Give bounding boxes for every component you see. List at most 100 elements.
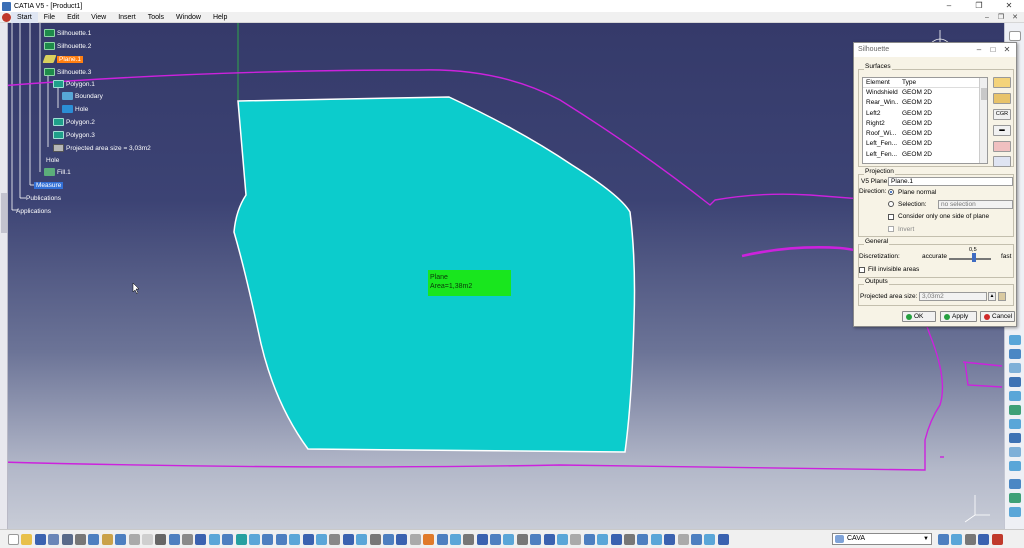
add-surface-button[interactable] [993, 77, 1011, 88]
snap-icon[interactable] [449, 533, 461, 545]
section-icon[interactable] [516, 533, 528, 545]
graph-icon[interactable] [664, 533, 676, 545]
selection-radio[interactable] [888, 201, 894, 207]
fly-mode-icon[interactable] [208, 533, 220, 545]
one-side-checkbox[interactable] [888, 214, 894, 220]
discretization-slider-track[interactable] [949, 258, 991, 260]
tree-item-polygon-2[interactable]: Polygon.2 [53, 117, 95, 127]
normal-view-icon[interactable] [289, 533, 301, 545]
workbench-select[interactable]: CAVA ▼ [832, 533, 932, 545]
render-icon[interactable] [610, 533, 622, 545]
list-item[interactable]: Rear_Win... GEOM 2D [863, 98, 987, 108]
apply-button[interactable]: Apply [940, 311, 977, 322]
print-icon[interactable] [61, 533, 73, 545]
doc-restore-button[interactable]: ❐ [994, 12, 1008, 23]
constraint-icon[interactable] [490, 533, 502, 545]
save-icon[interactable] [34, 533, 46, 545]
catalog-icon[interactable] [182, 533, 194, 545]
formula-icon[interactable] [155, 533, 167, 545]
remove-surface-button[interactable]: ▬ [993, 125, 1011, 136]
toolbar-tool-icon[interactable] [1009, 349, 1021, 359]
whats-this-icon[interactable] [141, 533, 153, 545]
menu-edit[interactable]: Edit [61, 12, 85, 23]
light-icon[interactable] [597, 533, 609, 545]
close-button[interactable]: ✕ [994, 0, 1024, 12]
cancel-button[interactable]: Cancel [980, 311, 1015, 322]
measure-icon[interactable] [369, 533, 381, 545]
list-item[interactable]: Left_Fen... GEOM 2D [863, 139, 987, 149]
invert-checkbox[interactable] [888, 226, 894, 232]
more-tools-icon[interactable] [978, 534, 990, 545]
discretization-slider-thumb[interactable] [972, 253, 976, 262]
distance-icon[interactable] [543, 533, 555, 545]
tree-item-polygon-3[interactable]: Polygon.3 [53, 130, 95, 140]
layer-icon[interactable] [637, 533, 649, 545]
menu-help[interactable]: Help [207, 12, 233, 23]
analysis-icon[interactable] [503, 533, 515, 545]
plane-normal-radio[interactable] [888, 189, 894, 195]
list-item[interactable]: Roof_Wi... GEOM 2D [863, 129, 987, 139]
tree-item-silhouette-2[interactable]: Silhouette.2 [44, 41, 91, 51]
fit-all-icon[interactable] [222, 533, 234, 545]
cut-icon[interactable] [74, 533, 86, 545]
tree-item-applications[interactable]: Applications [16, 206, 51, 216]
layout-icon[interactable] [951, 534, 963, 545]
rotate-icon[interactable] [249, 533, 261, 545]
list-scroll-thumb[interactable] [981, 88, 987, 100]
toolbar-tool-icon[interactable] [1009, 405, 1021, 415]
list-scrollbar[interactable] [979, 78, 987, 163]
tree-item-measure[interactable]: Measure [34, 180, 64, 190]
pan-icon[interactable] [235, 533, 247, 545]
toolbar-tool-icon[interactable] [1009, 479, 1021, 489]
undo-icon[interactable] [115, 533, 127, 545]
fill-invisible-checkbox[interactable] [859, 267, 865, 273]
display-surface-button[interactable] [993, 156, 1011, 167]
publish-icon[interactable] [423, 533, 435, 545]
dialog-maximize-button[interactable]: □ [986, 43, 1000, 57]
minimize-button[interactable]: – [934, 0, 964, 12]
table-icon[interactable] [195, 533, 207, 545]
compass-tool-icon[interactable] [436, 533, 448, 545]
projected-area-spinner[interactable]: ▲ [988, 292, 996, 301]
cgr-button[interactable]: CGR [993, 109, 1011, 120]
toolbar-tool-icon[interactable] [1009, 335, 1021, 345]
update-icon[interactable] [690, 533, 702, 545]
restore-button[interactable]: ❐ [964, 0, 994, 12]
v5-plane-field[interactable]: Plane.1 [888, 177, 1013, 186]
ok-button[interactable]: OK [902, 311, 936, 322]
redo-icon[interactable] [128, 533, 140, 545]
menu-window[interactable]: Window [170, 12, 207, 23]
scan-icon[interactable] [463, 533, 475, 545]
copy-icon[interactable] [88, 533, 100, 545]
dialog-title-bar[interactable]: Silhouette – □ ✕ [854, 43, 1016, 57]
camera-icon[interactable] [583, 533, 595, 545]
open-folder-icon[interactable] [21, 533, 33, 545]
paste-icon[interactable] [101, 533, 113, 545]
erase-surface-button[interactable] [993, 141, 1011, 152]
doc-close-button[interactable]: ✕ [1008, 12, 1022, 23]
tree-item-hole[interactable]: Hole [62, 104, 88, 114]
toolbar-tool-icon[interactable] [1009, 461, 1021, 471]
filter-icon[interactable] [623, 533, 635, 545]
workbench-icon[interactable] [704, 533, 716, 545]
list-item[interactable]: Right2 GEOM 2D [863, 119, 987, 129]
menu-view[interactable]: View [85, 12, 112, 23]
surfaces-list[interactable]: Element Type Windshield GEOM 2D Rear_Win.… [862, 77, 988, 164]
select-arrow-icon[interactable] [1009, 31, 1021, 41]
grid-icon[interactable] [938, 534, 949, 545]
column-header-element[interactable]: Element [863, 78, 899, 87]
list-item[interactable]: Windshield GEOM 2D [863, 88, 987, 98]
toolbar-tool-icon[interactable] [1009, 507, 1021, 517]
tree-item-polygon-1[interactable]: Polygon.1 [53, 79, 95, 89]
tree-item-fill-1[interactable]: Fill.1 [44, 167, 71, 177]
annotation-icon[interactable] [557, 533, 569, 545]
import-surface-button[interactable] [993, 93, 1011, 104]
zoom-in-icon[interactable] [262, 533, 274, 545]
tree-item-projected-area[interactable]: Projected area size = 3,03m2 [53, 143, 151, 153]
swap-visible-space-icon[interactable] [342, 533, 354, 545]
doc-minimize-button[interactable]: – [980, 12, 994, 23]
save-management-icon[interactable] [48, 533, 60, 545]
tree-item-boundary[interactable]: Boundary [62, 91, 103, 101]
measure-inertia-icon[interactable] [396, 533, 408, 545]
tree-item-hole-2[interactable]: Hole [46, 155, 59, 165]
